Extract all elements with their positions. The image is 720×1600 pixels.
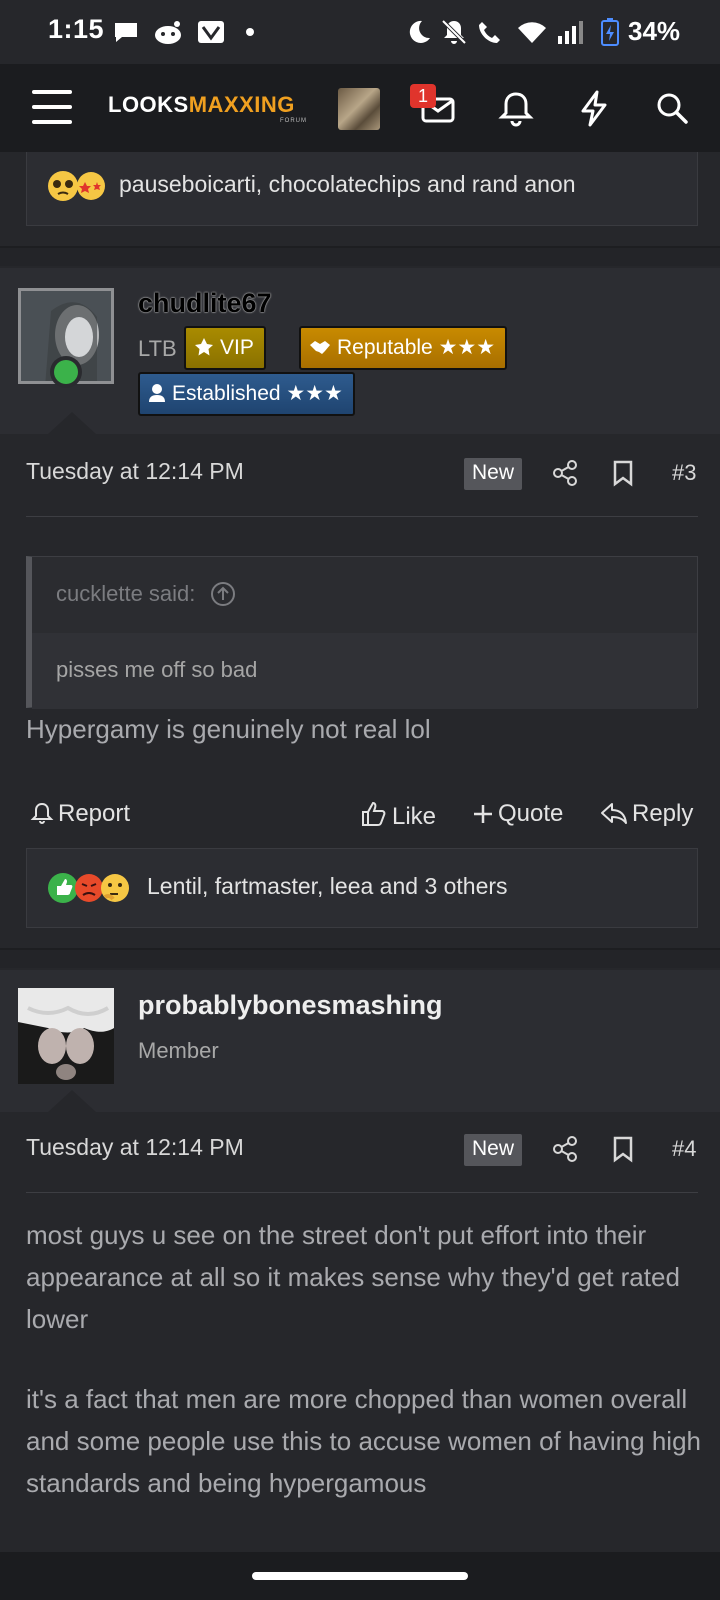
post-meta-divider — [26, 516, 698, 517]
share-icon[interactable] — [550, 1134, 580, 1164]
reaction-summary[interactable]: Lentil, fartmaster, leea and 3 others — [26, 848, 698, 928]
post-number[interactable]: #4 — [672, 1136, 696, 1162]
reddit-icon — [155, 21, 181, 44]
online-status-indicator — [50, 356, 82, 388]
reply-label: Reply — [632, 800, 694, 827]
logo-subtext: FORUM — [280, 118, 307, 124]
logo-text: LOOKS — [108, 92, 189, 117]
dot-icon — [246, 28, 254, 36]
handshake-icon — [310, 341, 330, 354]
username[interactable]: probablybonesmashing — [138, 990, 443, 1021]
menu-icon[interactable] — [32, 90, 72, 126]
search-icon[interactable] — [650, 86, 694, 130]
user-title: LTB — [138, 336, 177, 361]
bookmark-icon[interactable] — [608, 458, 638, 488]
post-body: Hypergamy is genuinely not real lol — [26, 714, 431, 744]
plus-icon — [474, 805, 492, 823]
post-meta-divider — [26, 1192, 698, 1193]
reaction-summary-prev[interactable]: pauseboicarti, chocolatechips and rand a… — [26, 152, 698, 226]
user-block-pointer — [48, 412, 96, 434]
user-title: Member — [138, 1038, 219, 1063]
bolt-icon[interactable] — [572, 86, 616, 130]
report-button[interactable]: Report — [30, 800, 130, 828]
battery-percent: 34% — [628, 16, 681, 46]
post-date[interactable]: Tuesday at 12:14 PM — [26, 458, 244, 485]
quote-author[interactable]: cucklette said: — [56, 581, 236, 607]
post-body-paragraph: it's a fact that men are more chopped th… — [26, 1384, 701, 1498]
vip-badge-label: VIP — [220, 336, 254, 359]
bell-icon[interactable] — [494, 86, 538, 130]
share-icon[interactable] — [550, 458, 580, 488]
reaction-summary-text: Lentil, fartmaster, leea and 3 others — [147, 873, 508, 899]
post-divider — [0, 948, 720, 968]
like-button[interactable]: Like — [360, 800, 436, 831]
battery-charging-icon — [601, 18, 619, 46]
post-number[interactable]: #3 — [672, 460, 696, 486]
new-badge: New — [464, 1134, 523, 1166]
site-logo[interactable]: LOOKSMAXXING — [108, 92, 295, 118]
app-header: LOOKSMAXXING FORUM — [0, 64, 720, 152]
post-user-block: chudlite67 LTB VIP Reputable ★★★ Establi… — [0, 268, 720, 434]
bell-off-icon — [441, 19, 467, 45]
signal-icon — [558, 21, 583, 44]
bookmark-icon[interactable] — [608, 1134, 638, 1164]
reputable-badge: Reputable ★★★ — [299, 326, 508, 370]
thread-content: pauseboicarti, chocolatechips and rand a… — [0, 152, 720, 1552]
user-block-pointer — [48, 1090, 96, 1112]
established-badge-label: Established ★★★ — [172, 382, 343, 405]
vip-badge: VIP — [184, 326, 266, 370]
arrow-up-circle-icon — [210, 582, 235, 606]
home-indicator[interactable] — [252, 1572, 468, 1580]
post-user-block: probablybonesmashing Member — [0, 970, 720, 1112]
message-count-badge: 1 — [410, 84, 436, 108]
post-divider — [0, 246, 720, 266]
logo-accent-text: MAXXING — [188, 92, 295, 117]
bell-outline-icon — [30, 802, 54, 824]
reaction-summary-text: pauseboicarti, chocolatechips and rand a… — [119, 171, 576, 197]
quote-block: cucklette said: pisses me off so bad — [26, 556, 698, 709]
like-label: Like — [392, 803, 437, 830]
reply-button[interactable]: Reply — [600, 800, 693, 828]
quote-button[interactable]: Quote — [472, 800, 563, 828]
status-bar: 1:15 34% — [0, 0, 720, 64]
established-badge: Established ★★★ — [138, 372, 355, 416]
quote-label: Quote — [498, 800, 564, 827]
quote-text: pisses me off so bad — [56, 657, 258, 682]
post-date[interactable]: Tuesday at 12:14 PM — [26, 1134, 244, 1161]
moon-icon — [409, 20, 430, 43]
report-label: Report — [58, 800, 131, 827]
vpn-icon — [198, 21, 224, 43]
wifi-icon — [518, 22, 546, 43]
avatar[interactable] — [338, 88, 380, 130]
wifi-call-icon — [479, 22, 500, 43]
chat-bubble-icon — [115, 23, 137, 42]
star-icon — [195, 338, 213, 356]
quote-body: pisses me off so bad — [32, 633, 697, 709]
username[interactable]: chudlite67 — [138, 288, 272, 319]
navigation-bar — [0, 1552, 720, 1600]
status-time: 1:15 — [48, 14, 105, 44]
user-avatar[interactable] — [18, 988, 114, 1084]
reaction-emojis — [48, 873, 129, 903]
thumbs-up-icon — [362, 801, 386, 826]
post-body-paragraph: most guys u see on the street don't put … — [26, 1220, 680, 1334]
quote-author-text: cucklette said: — [56, 581, 196, 606]
user-icon — [149, 384, 165, 402]
new-badge: New — [464, 458, 523, 490]
reputable-badge-label: Reputable ★★★ — [337, 336, 496, 359]
reply-icon — [601, 803, 627, 824]
